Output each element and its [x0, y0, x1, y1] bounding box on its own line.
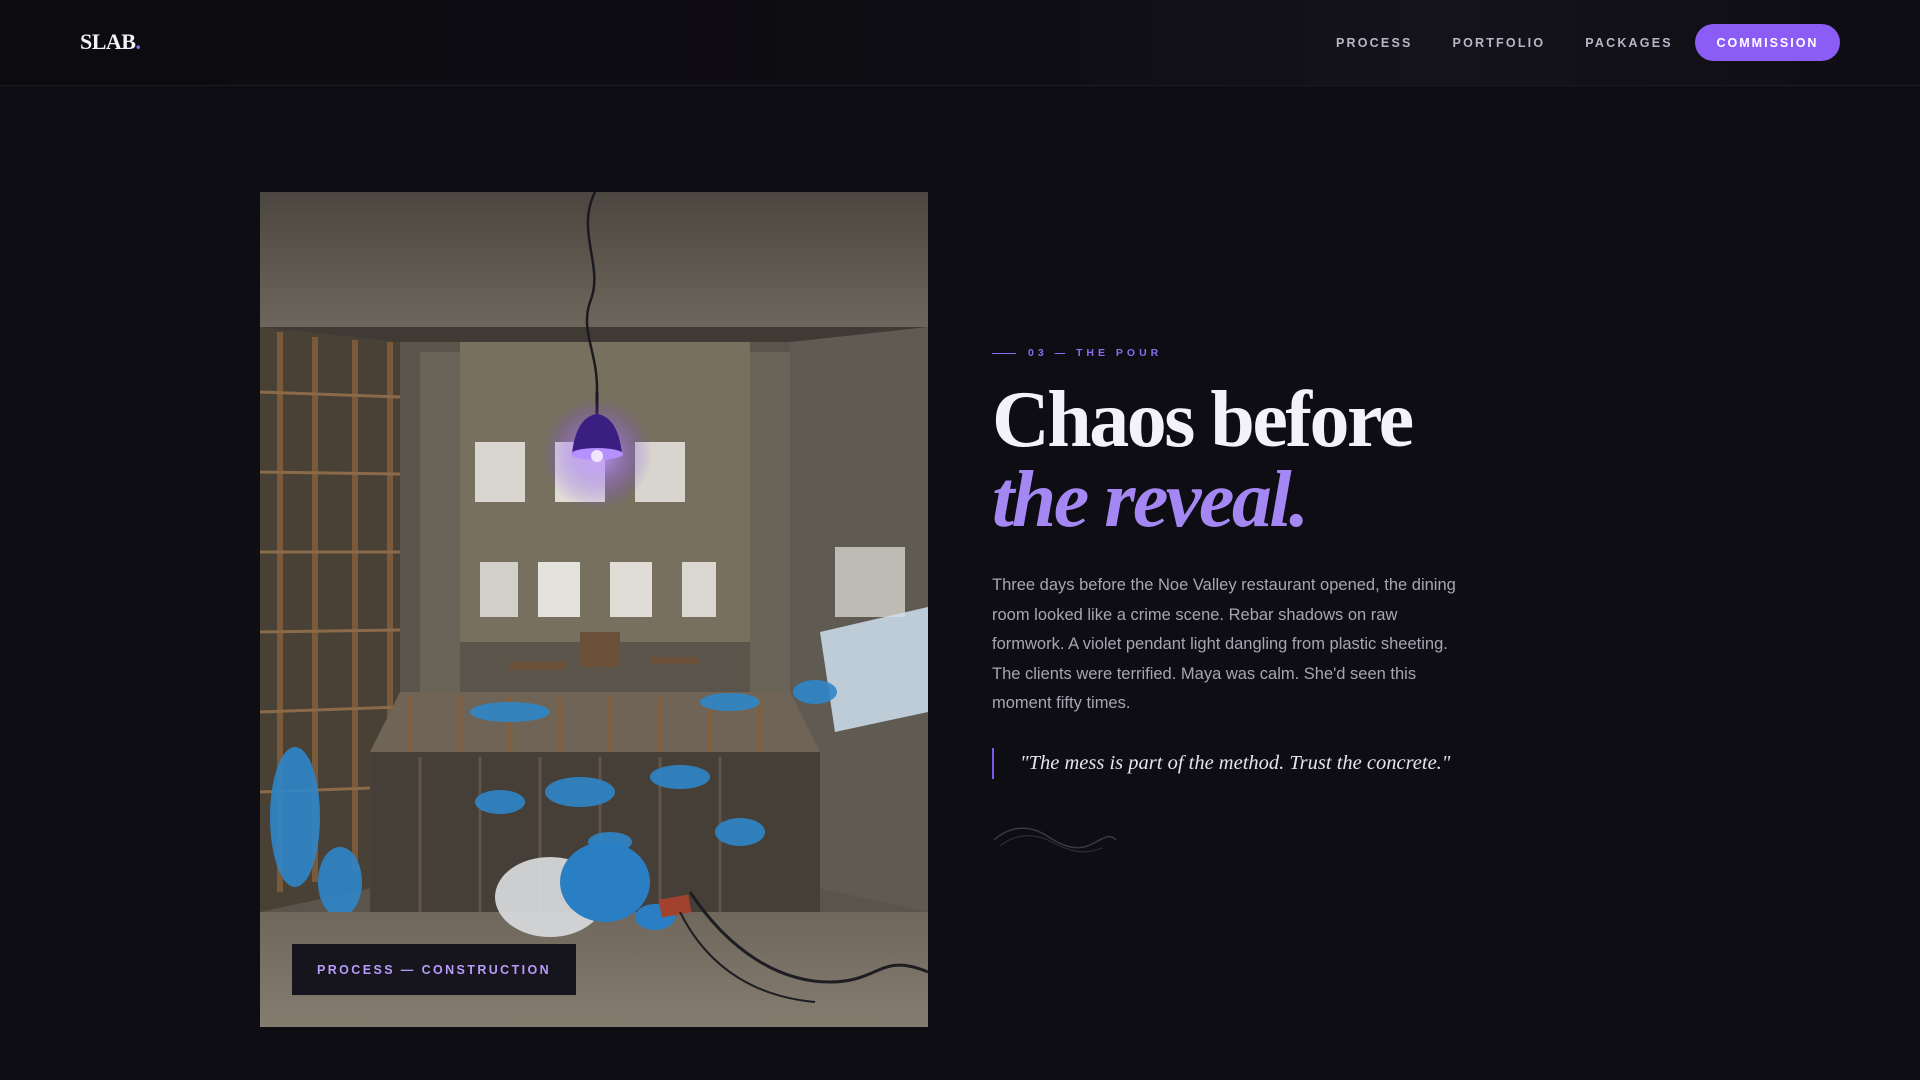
hero-headline: Chaos before the reveal.	[992, 376, 1414, 544]
commission-button[interactable]: COMMISSION	[1695, 24, 1840, 61]
nav-link-portfolio[interactable]: PORTFOLIO	[1453, 36, 1546, 50]
top-nav: SLAB. PROCESS PORTFOLIO PACKAGES COMMISS…	[0, 0, 1920, 86]
image-caption: PROCESS — CONSTRUCTION	[292, 944, 577, 995]
nav-links: PROCESS PORTFOLIO PACKAGES	[1336, 36, 1673, 50]
brand-name: SLAB	[80, 29, 136, 54]
pull-quote: "The mess is part of the method. Trust t…	[992, 748, 1450, 779]
eyebrow-text: 03 — THE POUR	[1028, 347, 1163, 359]
signature-squiggle	[993, 827, 1117, 853]
brand-dot: .	[135, 29, 141, 54]
headline-line-2: the reveal.	[992, 456, 1309, 544]
brand-logo[interactable]: SLAB.	[80, 29, 141, 55]
construction-scene-illustration	[260, 192, 928, 1027]
eyebrow-rule	[992, 352, 1016, 354]
construction-photo: PROCESS — CONSTRUCTION	[260, 192, 928, 1027]
nav-link-packages[interactable]: PACKAGES	[1585, 36, 1673, 50]
section-eyebrow: 03 — THE POUR	[992, 347, 1162, 359]
nav-link-process[interactable]: PROCESS	[1336, 36, 1413, 50]
headline-line-1: Chaos before	[992, 376, 1414, 464]
hero-body: Three days before the Noe Valley restaur…	[992, 576, 1456, 712]
